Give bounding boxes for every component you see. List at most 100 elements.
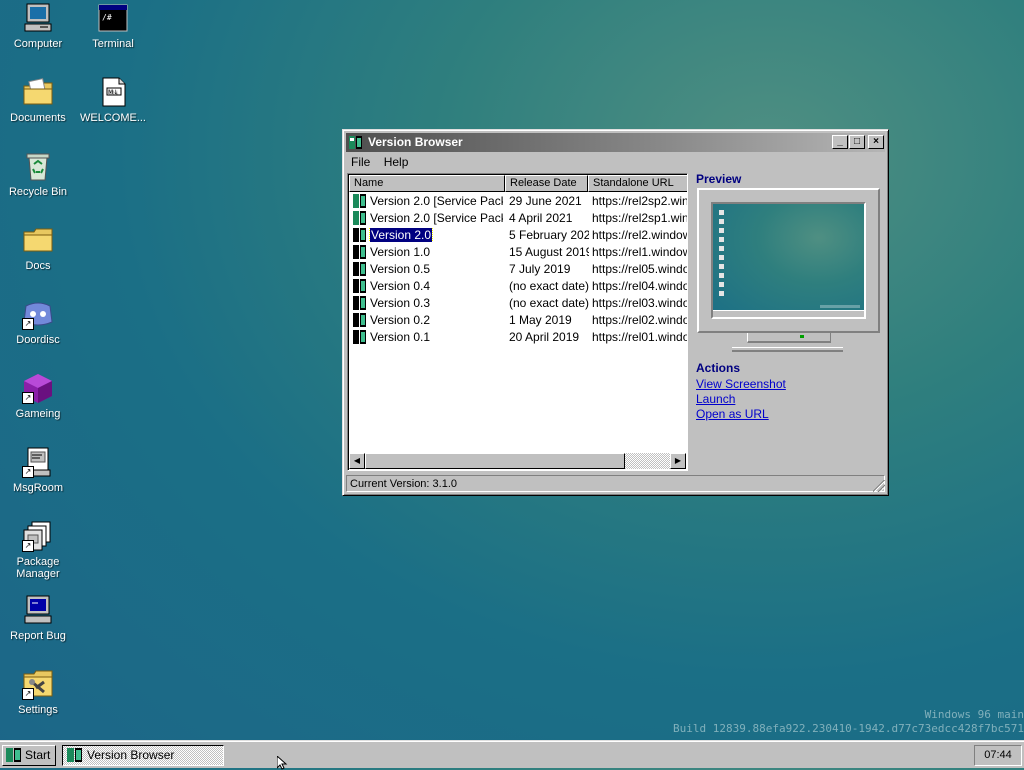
version-app-icon — [353, 296, 367, 310]
row-name: Version 2.0 [Service Pack 2] — [370, 194, 503, 208]
desktop-icon-label: Settings — [18, 704, 58, 716]
maximize-button[interactable]: □ — [849, 135, 865, 149]
row-standalone-url: https://rel1.windows96.net — [592, 245, 687, 259]
table-row[interactable]: Version 0.3 (no exact date) https://rel03.… — [349, 294, 687, 311]
open-as-url-link[interactable]: Open as URL — [696, 407, 769, 421]
start-button[interactable]: Start — [2, 745, 56, 766]
row-release-date: 20 April 2019 — [509, 330, 580, 344]
desktop-icon-computer[interactable]: Computer — [0, 2, 76, 50]
row-name-cell: Version 2.0 — [353, 228, 503, 242]
taskbar: Start Version Browser 07:44 — [0, 740, 1024, 768]
row-name-cell: Version 2.0 [Service Pack 2] — [353, 194, 503, 208]
table-row[interactable]: Version 2.0 [Service Pack 2] 29 June 2021… — [349, 192, 687, 209]
row-name-cell: Version 0.3 — [353, 296, 503, 310]
watermark-line-2: Build 12839.88efa922.230410-1942.d77c73e… — [673, 722, 1024, 735]
watermark-line-1: Windows 96 main — [924, 708, 1024, 721]
desktop-icon-doordisc[interactable]: ↗ Doordisc — [0, 298, 76, 346]
preview-monitor — [697, 188, 880, 333]
arrow-right-icon: ▶ — [674, 456, 682, 465]
version-app-icon — [353, 211, 367, 225]
menu-file[interactable]: File — [346, 153, 375, 171]
row-name: Version 0.1 — [370, 330, 431, 344]
resize-grip-icon[interactable] — [873, 480, 885, 492]
window-titlebar[interactable]: Version Browser _ □ × — [346, 133, 885, 152]
desktop-icon-package-manager[interactable]: ↗ Package Manager — [0, 520, 76, 580]
recycle-bin-icon — [22, 150, 54, 182]
row-release-date: 1 May 2019 — [509, 313, 572, 327]
computer-icon — [22, 2, 54, 34]
scroll-right-button[interactable]: ▶ — [670, 453, 686, 469]
close-button[interactable]: × — [868, 135, 884, 149]
shortcut-arrow-icon: ↗ — [22, 392, 34, 404]
row-name: Version 0.2 — [370, 313, 431, 327]
monitor-base — [732, 347, 843, 352]
desktop-icon-report-bug[interactable]: Report Bug — [0, 594, 76, 642]
monitor-power-led — [800, 335, 804, 338]
table-row[interactable]: Version 0.1 20 April 2019 https://rel01.wi… — [349, 328, 687, 345]
shortcut-arrow-icon: ↗ — [22, 318, 34, 330]
desktop-icon-label: Doordisc — [16, 334, 60, 346]
version-app-icon — [353, 194, 367, 208]
row-standalone-url: https://rel2sp1.windows96.net — [592, 211, 687, 225]
preview-heading: Preview — [696, 172, 742, 186]
desktop-icon-label: MsgRoom — [12, 482, 64, 494]
row-release-date: 5 February 2021 — [509, 228, 589, 242]
clock: 07:44 — [974, 745, 1022, 766]
doordisc-icon: ↗ — [22, 298, 54, 330]
list-rows: Version 2.0 [Service Pack 2] 29 June 2021… — [349, 192, 687, 345]
list-header: Name Release Date Standalone URL — [349, 175, 687, 192]
version-app-icon — [353, 228, 367, 242]
desktop-icon-label: Package Manager — [16, 556, 60, 580]
maximize-icon: □ — [853, 136, 861, 147]
version-list[interactable]: Name Release Date Standalone URL Version… — [347, 173, 688, 471]
version-browser-app-icon — [349, 135, 364, 150]
minimize-button[interactable]: _ — [832, 135, 848, 149]
taskbar-item-version-browser[interactable]: Version Browser — [62, 745, 224, 766]
column-header-release-date[interactable]: Release Date — [505, 175, 588, 192]
scroll-thumb[interactable] — [365, 453, 625, 469]
minimize-icon: _ — [837, 136, 843, 147]
table-row[interactable]: Version 1.0 15 August 2019 https://rel1.wi… — [349, 243, 687, 260]
row-name-cell: Version 1.0 — [353, 245, 503, 259]
actions-heading: Actions — [696, 361, 741, 375]
desktop-icon-recycle-bin[interactable]: Recycle Bin — [0, 150, 76, 198]
table-row[interactable]: Version 2.0 [Service Pack 1] 4 April 2021… — [349, 209, 687, 226]
row-standalone-url: https://rel05.windows96.net — [592, 262, 687, 276]
column-header-name[interactable]: Name — [349, 175, 505, 192]
row-standalone-url: https://rel03.windows96.net — [592, 296, 687, 310]
row-name-cell: Version 0.4 — [353, 279, 503, 293]
row-standalone-url: https://rel2.windows96.net — [592, 228, 687, 242]
view-screenshot-link[interactable]: View Screenshot — [696, 377, 786, 391]
desktop-icon-docs[interactable]: Docs — [0, 224, 76, 272]
desktop-icon-gameing[interactable]: ↗ Gameing — [0, 372, 76, 420]
version-app-icon — [353, 245, 367, 259]
version-app-icon — [353, 279, 367, 293]
settings-icon: ↗ — [22, 668, 54, 700]
table-row[interactable]: Version 0.2 1 May 2019 https://rel02.windo… — [349, 311, 687, 328]
table-row[interactable]: Version 0.5 7 July 2019 https://rel05.wind… — [349, 260, 687, 277]
preview-screenshot — [711, 202, 866, 319]
desktop-icon-welcome[interactable]: M↓ WELCOME... — [75, 76, 151, 124]
desktop-icon-msgroom[interactable]: ↗ MsgRoom — [0, 446, 76, 494]
table-row[interactable]: Version 2.0 5 February 2021 https://rel2.w… — [349, 226, 687, 243]
horizontal-scrollbar[interactable]: ◀ ▶ — [349, 453, 686, 469]
row-release-date: 15 August 2019 — [509, 245, 589, 259]
status-text: Current Version: 3.1.0 — [350, 478, 458, 490]
version-browser-window: Version Browser _ □ × File Help Name Rel… — [342, 129, 889, 496]
menu-help[interactable]: Help — [379, 153, 414, 171]
documents-folder-icon — [22, 76, 54, 108]
scroll-left-button[interactable]: ◀ — [349, 453, 365, 469]
gameing-icon: ↗ — [22, 372, 54, 404]
desktop-icon-terminal[interactable]: /# Terminal — [75, 2, 151, 50]
shortcut-arrow-icon: ↗ — [22, 540, 34, 552]
row-name: Version 0.3 — [370, 296, 431, 310]
desktop-icon-settings[interactable]: ↗ Settings — [0, 668, 76, 716]
launch-link[interactable]: Launch — [696, 392, 735, 406]
desktop-icon-documents[interactable]: Documents — [0, 76, 76, 124]
column-header-standalone-url[interactable]: Standalone URL — [588, 175, 687, 192]
desktop-icon-label: WELCOME... — [79, 112, 146, 124]
row-release-date: 7 July 2019 — [509, 262, 571, 276]
build-watermark: Windows 96 main Build 12839.88efa922.230… — [673, 708, 1024, 736]
table-row[interactable]: Version 0.4 (no exact date) https://rel04.… — [349, 277, 687, 294]
window-title: Version Browser — [368, 135, 463, 149]
